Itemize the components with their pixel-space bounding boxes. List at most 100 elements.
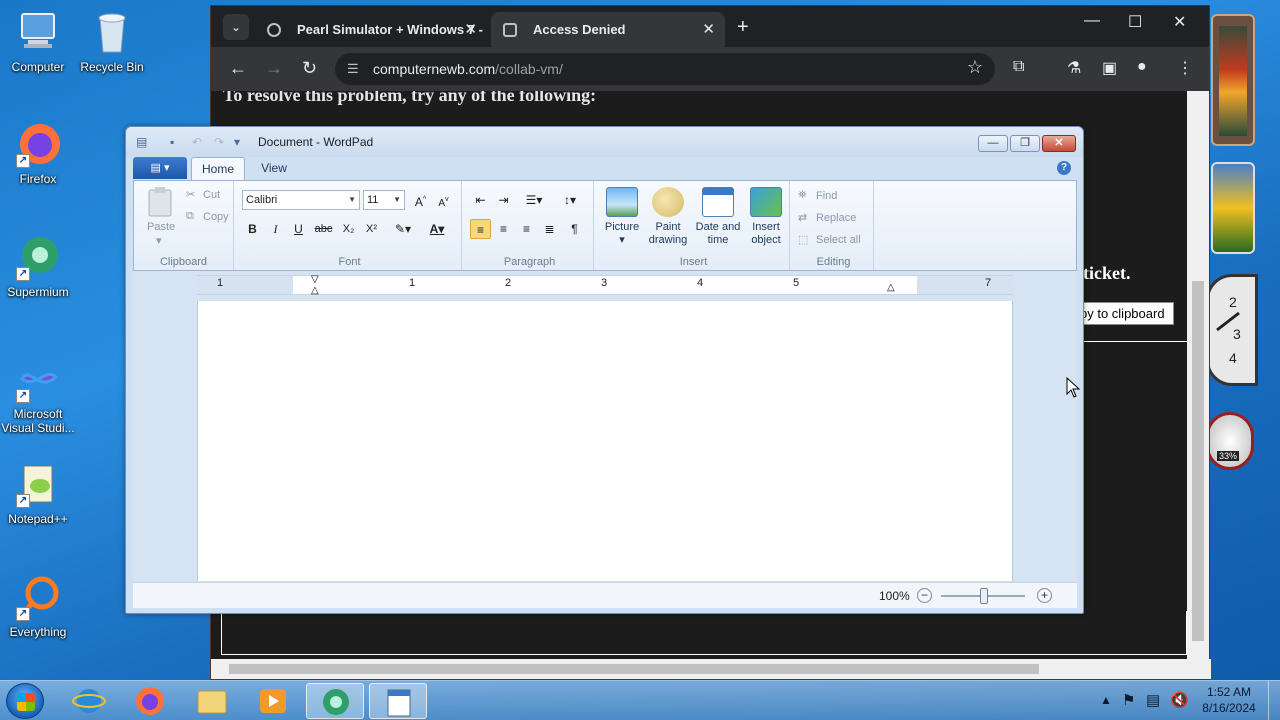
volume-muted-icon[interactable]: 🔇 [1170,691,1189,720]
taskbar-media-player[interactable] [244,683,302,719]
desktop-icon-firefox[interactable]: ↗ Firefox [0,120,76,186]
paste-button[interactable]: Paste [147,221,175,233]
wordpad-minimize-button[interactable]: — [978,135,1008,152]
font-size-select[interactable]: 11 ▼ [363,190,405,210]
profile-avatar-icon[interactable]: ● [1137,58,1147,76]
undo-icon[interactable]: ↶ [192,135,202,149]
forward-button[interactable]: → [265,57,283,79]
taskbar-wordpad[interactable] [369,683,427,719]
superscript-button[interactable]: X² [361,219,382,239]
subscript-button[interactable]: X₂ [338,219,359,239]
taskbar-file-explorer[interactable] [183,683,241,719]
line-spacing-button[interactable]: ↕▾ [554,190,586,210]
wordpad-maximize-button[interactable]: ❐ [1010,135,1040,152]
copy-button[interactable]: Copy [203,211,229,223]
justify-button[interactable]: ≣ [539,219,560,239]
close-tab-icon[interactable]: ✕ [702,12,715,47]
bullets-button[interactable]: ☰▾ [518,190,550,210]
increase-indent-button[interactable]: ⇥ [493,190,514,210]
italic-button[interactable]: I [265,219,286,239]
paste-dropdown-icon[interactable]: ▾ [156,234,162,247]
extensions-icon[interactable]: ⧉ [1013,58,1024,76]
document-page[interactable] [197,301,1013,581]
close-tab-icon[interactable]: ✕ [464,12,477,47]
zoom-in-button[interactable]: + [1037,588,1052,603]
tab-home[interactable]: Home [191,157,245,180]
start-button[interactable] [6,683,44,719]
app-menu-button[interactable]: ▤ ▾ [133,157,187,179]
redo-icon[interactable]: ↷ [214,135,224,149]
ruler[interactable]: 1 1 2 3 4 5 7 ▽ △ △ [197,274,1013,296]
taskbar-firefox[interactable] [121,683,179,719]
close-window-button[interactable]: ✕ [1173,12,1186,32]
photo-gadget[interactable] [1211,162,1255,254]
right-indent-marker[interactable]: △ [887,282,895,293]
network-icon[interactable]: ▤ [1146,691,1160,720]
customize-qat-icon[interactable]: ▾ [234,135,240,149]
align-right-button[interactable]: ≡ [516,219,537,239]
paragraph-settings-button[interactable]: ¶ [564,219,585,239]
tab-pearl-simulator[interactable]: Pearl Simulator + Windows 7 - ✕ [255,12,487,47]
date-time-button[interactable]: Date and time [692,221,744,247]
paint-drawing-button[interactable]: Paint drawing [644,221,692,247]
shrink-font-button[interactable]: Av [433,190,454,210]
cut-button[interactable]: Cut [203,189,220,201]
action-center-flag-icon[interactable]: ⚑ [1122,691,1135,720]
clock-gadget[interactable]: 3 2 4 [1206,274,1258,386]
back-button[interactable]: ← [229,57,247,79]
minimize-button[interactable]: — [1084,12,1100,30]
desktop-icon-supermium[interactable]: ↗ Supermium [0,233,76,299]
bookmark-star-icon[interactable]: ☆ [967,57,983,78]
first-line-indent-marker[interactable]: ▽ [311,274,319,285]
desktop-icon-everything[interactable]: ↗ Everything [0,573,76,639]
new-tab-button[interactable]: + [737,14,749,40]
align-left-button[interactable]: ≡ [470,219,491,239]
align-center-button[interactable]: ≡ [493,219,514,239]
help-icon[interactable]: ? [1057,161,1071,175]
strikethrough-button[interactable]: abc [313,219,334,239]
system-clock[interactable]: 1:52 AM 8/16/2024 [1196,684,1262,716]
font-color-button[interactable]: A▾ [422,219,452,239]
decrease-indent-button[interactable]: ⇤ [470,190,491,210]
labs-flask-icon[interactable]: ⚗ [1067,58,1081,78]
underline-button[interactable]: U [288,219,309,239]
tab-view[interactable]: View [249,157,299,180]
bold-button[interactable]: B [242,219,263,239]
copy-to-clipboard-button[interactable]: py to clipboard [1071,302,1174,325]
highlight-color-button[interactable]: ✎▾ [388,219,418,239]
zoom-slider-thumb[interactable] [980,588,988,604]
slideshow-gadget[interactable] [1211,14,1255,146]
left-indent-marker[interactable]: △ [311,285,319,296]
site-info-icon[interactable]: ☰ [347,61,359,77]
wordpad-title-bar[interactable]: ▤ ▪ ↶ ↷ ▾ Document - WordPad — ❐ ✕ [126,127,1083,157]
taskbar-supermium[interactable] [306,683,364,719]
address-bar[interactable]: ☰ computernewb.com/collab-vm/ ☆ [335,53,995,85]
menu-kebab-icon[interactable]: ⋮ [1177,58,1193,78]
side-panel-icon[interactable]: ▣ [1102,58,1117,78]
tab-access-denied[interactable]: Access Denied ✕ [491,12,725,47]
tab-search-button[interactable]: ⌄ [223,14,249,40]
save-icon[interactable]: ▪ [170,135,174,149]
show-hidden-icons[interactable]: ▲ [1100,693,1112,720]
replace-button[interactable]: Replace [816,212,856,224]
desktop-icon-visual-studio[interactable]: ↗ Microsoft Visual Studi... [0,355,76,435]
maximize-button[interactable]: ☐ [1128,12,1142,32]
picture-button[interactable]: Picture ▾ [600,221,644,247]
desktop-icon-computer[interactable]: Computer [0,8,76,74]
scroll-thumb[interactable] [1192,281,1204,641]
taskbar-internet-explorer[interactable] [60,683,118,719]
horizontal-scrollbar[interactable] [211,659,1211,679]
cpu-meter-gadget[interactable]: 33% [1206,412,1254,470]
grow-font-button[interactable]: A^ [410,190,431,210]
insert-object-button[interactable]: Insert object [744,221,788,247]
scroll-thumb[interactable] [229,664,1039,674]
vertical-scrollbar[interactable] [1187,91,1209,661]
wordpad-close-button[interactable]: ✕ [1042,135,1076,152]
select-all-button[interactable]: Select all [816,234,861,246]
desktop-icon-notepadpp[interactable]: ↗ Notepad++ [0,460,76,526]
show-desktop-button[interactable] [1268,681,1280,720]
zoom-out-button[interactable]: − [917,588,932,603]
desktop-icon-recycle-bin[interactable]: Recycle Bin [74,8,150,74]
reload-button[interactable]: ↻ [302,57,317,79]
find-button[interactable]: Find [816,190,837,202]
